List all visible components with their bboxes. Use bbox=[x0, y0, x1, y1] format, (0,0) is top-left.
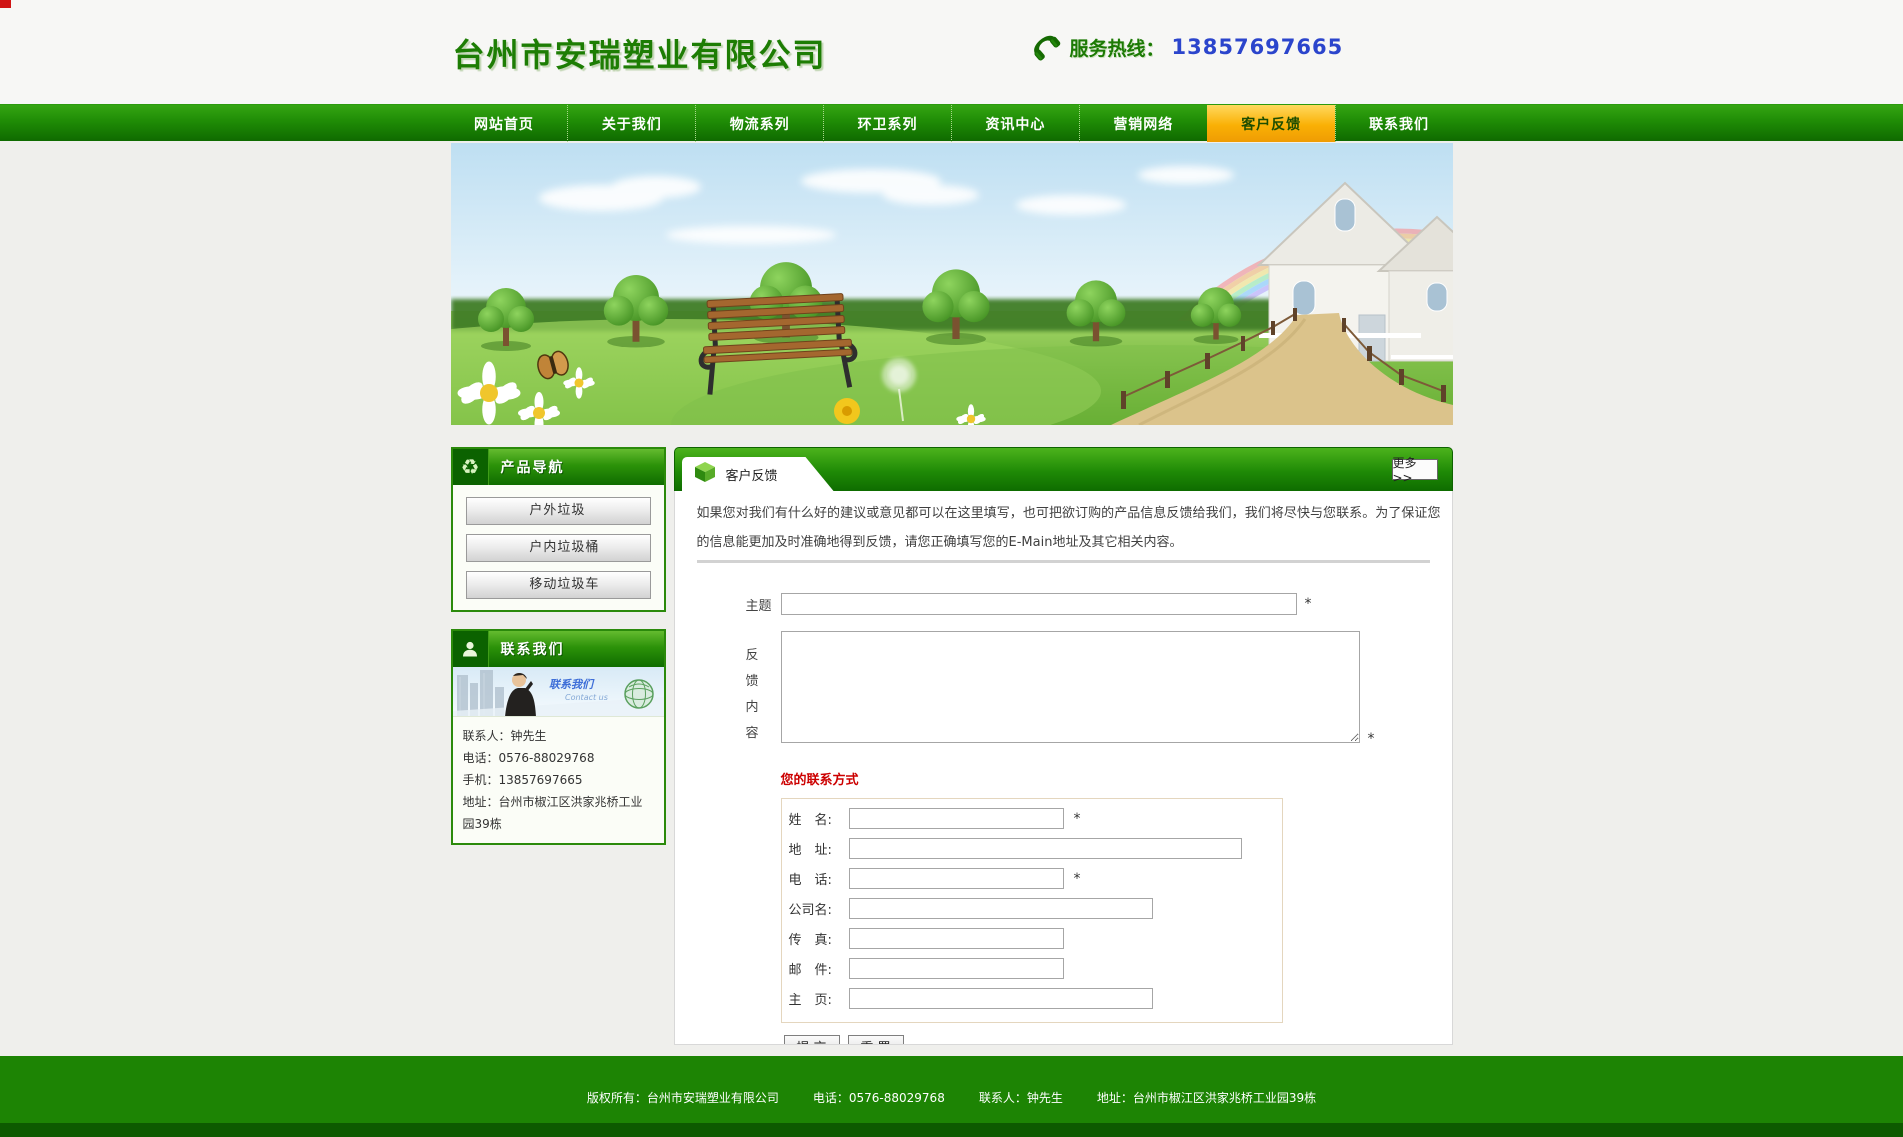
homepage-input[interactable] bbox=[849, 988, 1153, 1009]
globe-graphic bbox=[625, 680, 653, 708]
sidebar-item-mobile-garbage-cart[interactable]: 移动垃圾车 bbox=[466, 571, 651, 599]
header: 台州市安瑞塑业有限公司 服务热线： bbox=[0, 0, 1903, 104]
form-row-homepage: 主 页: bbox=[789, 988, 1282, 1009]
product-nav-header: ♻ 产品导航 bbox=[453, 449, 664, 485]
contact-fieldset: 姓 名: * 地 址: 电 话: * 公司名: 传 真: 邮 件: 主 页: bbox=[781, 798, 1283, 1023]
phone-label: 电 话: bbox=[789, 869, 849, 888]
required-mark: * bbox=[1074, 811, 1081, 827]
nav-item-news[interactable]: 资讯中心 bbox=[951, 105, 1079, 142]
main-nav: 网站首页关于我们物流系列环卫系列资讯中心营销网络客户反馈联系我们 bbox=[0, 104, 1903, 141]
required-mark: * bbox=[1368, 731, 1375, 747]
nav-item-about[interactable]: 关于我们 bbox=[567, 105, 695, 142]
name-label: 姓 名: bbox=[789, 809, 849, 828]
contact-photo: 联系我们 Contact us bbox=[453, 667, 664, 717]
footer-segment: 联系人：钟先生 bbox=[979, 1089, 1063, 1106]
product-nav-list: 户外垃圾户内垃圾桶移动垃圾车 bbox=[453, 485, 664, 610]
divider bbox=[697, 560, 1430, 563]
contact-info-line: 电话：0576-88029768 bbox=[463, 747, 654, 769]
footer-bottom-strip bbox=[0, 1123, 1903, 1137]
feedback-textarea[interactable] bbox=[781, 631, 1360, 743]
submit-button[interactable]: 提 交 bbox=[784, 1035, 840, 1045]
subject-input[interactable] bbox=[781, 593, 1297, 615]
footer-segment: 地址：台州市椒江区洪家兆桥工业园39栋 bbox=[1097, 1089, 1316, 1106]
address-input[interactable] bbox=[849, 838, 1242, 859]
service-hotline: 服务热线： 13857697665 bbox=[1029, 30, 1344, 64]
feedback-tab-title: 客户反馈 bbox=[726, 465, 778, 484]
svg-text:联系我们: 联系我们 bbox=[549, 678, 595, 691]
panel-header: 客户反馈 更多>> bbox=[674, 447, 1453, 491]
form-row-mail: 邮 件: bbox=[789, 958, 1282, 979]
contact-info-line: 地址：台州市椒江区洪家兆桥工业园39栋 bbox=[463, 791, 654, 835]
name-input[interactable] bbox=[849, 808, 1064, 829]
nav-item-marketing[interactable]: 营销网络 bbox=[1079, 105, 1207, 142]
sidebar-item-indoor-trash-bin[interactable]: 户内垃圾桶 bbox=[466, 534, 651, 562]
fax-input[interactable] bbox=[849, 928, 1064, 949]
company-label: 公司名: bbox=[789, 899, 849, 918]
subject-label: 主题 bbox=[746, 595, 773, 614]
fax-label: 传 真: bbox=[789, 929, 849, 948]
required-mark: * bbox=[1074, 871, 1081, 887]
product-nav-box: ♻ 产品导航 户外垃圾户内垃圾桶移动垃圾车 bbox=[451, 447, 666, 612]
contact-box-header: 联系我们 bbox=[453, 631, 664, 667]
mail-input[interactable] bbox=[849, 958, 1064, 979]
address-label: 地 址: bbox=[789, 839, 849, 858]
screen-corner-artifact bbox=[0, 0, 11, 8]
nav-item-logistics[interactable]: 物流系列 bbox=[695, 105, 823, 142]
nav-item-feedback[interactable]: 客户反馈 bbox=[1207, 105, 1335, 142]
page: 台州市安瑞塑业有限公司 服务热线： bbox=[0, 0, 1903, 1137]
form-row-fax: 传 真: bbox=[789, 928, 1282, 949]
main-nav-list: 网站首页关于我们物流系列环卫系列资讯中心营销网络客户反馈联系我们 bbox=[441, 105, 1463, 142]
panel-body: 如果您对我们有什么好的建议或意见都可以在这里填写，也可把欲订购的产品信息反馈给我… bbox=[674, 491, 1453, 1045]
nav-item-contact[interactable]: 联系我们 bbox=[1335, 105, 1463, 142]
contact-info-line: 联系人：钟先生 bbox=[463, 725, 654, 747]
phone-icon bbox=[1029, 30, 1063, 64]
feedback-content-label: 反馈内容 bbox=[746, 643, 773, 747]
form-row-name: 姓 名: * bbox=[789, 808, 1282, 829]
footer-text: 版权所有：台州市安瑞塑业有限公司 电话：0576-88029768 联系人：钟先生 地… bbox=[0, 1056, 1903, 1106]
nav-item-home[interactable]: 网站首页 bbox=[441, 105, 568, 142]
contact-info: 联系人：钟先生电话：0576-88029768手机：13857697665地址：… bbox=[453, 717, 664, 843]
hotline-label: 服务热线： bbox=[1070, 34, 1165, 61]
footer: 版权所有：台州市安瑞塑业有限公司 电话：0576-88029768 联系人：钟先生 地… bbox=[0, 1056, 1903, 1137]
more-link[interactable]: 更多>> bbox=[1392, 459, 1438, 480]
sidebar-item-outdoor-trash[interactable]: 户外垃圾 bbox=[466, 497, 651, 525]
form-row-address: 地 址: bbox=[789, 838, 1282, 859]
contact-box: 联系我们 bbox=[451, 629, 666, 845]
reset-button[interactable]: 重 置 bbox=[848, 1035, 904, 1045]
product-nav-title: 产品导航 bbox=[489, 457, 565, 477]
mail-label: 邮 件: bbox=[789, 959, 849, 978]
contact-box-title: 联系我们 bbox=[489, 639, 565, 659]
feedback-tab: 客户反馈 bbox=[682, 457, 834, 491]
contact-info-line: 手机：13857697665 bbox=[463, 769, 654, 791]
footer-segment: 电话：0576-88029768 bbox=[813, 1089, 945, 1106]
feedback-form: 主题 * 反馈内容 * 您的联系方式 bbox=[697, 593, 1430, 1045]
main-panel: 客户反馈 更多>> 如果您对我们有什么好的建议或意见都可以在这里填写，也可把欲订… bbox=[674, 447, 1453, 1045]
cube-icon bbox=[694, 461, 716, 487]
feedback-intro-text: 如果您对我们有什么好的建议或意见都可以在这里填写，也可把欲订购的产品信息反馈给我… bbox=[697, 499, 1441, 557]
recycle-icon: ♻ bbox=[453, 449, 489, 485]
banner-image bbox=[451, 143, 1453, 425]
hotline-number: 13857697665 bbox=[1172, 35, 1344, 59]
sidebar: ♻ 产品导航 户外垃圾户内垃圾桶移动垃圾车 联系我们 bbox=[451, 447, 666, 845]
svg-text:Contact us: Contact us bbox=[565, 693, 608, 702]
person-icon bbox=[453, 631, 489, 667]
company-input[interactable] bbox=[849, 898, 1153, 919]
form-row-company: 公司名: bbox=[789, 898, 1282, 919]
form-row-phone: 电 话: * bbox=[789, 868, 1282, 889]
contact-method-title: 您的联系方式 bbox=[781, 769, 1430, 788]
nav-item-sanitation[interactable]: 环卫系列 bbox=[823, 105, 951, 142]
company-title: 台州市安瑞塑业有限公司 bbox=[453, 30, 827, 76]
required-mark: * bbox=[1305, 596, 1312, 612]
phone-input[interactable] bbox=[849, 868, 1064, 889]
homepage-label: 主 页: bbox=[789, 989, 849, 1008]
footer-segment: 版权所有：台州市安瑞塑业有限公司 bbox=[587, 1089, 779, 1106]
